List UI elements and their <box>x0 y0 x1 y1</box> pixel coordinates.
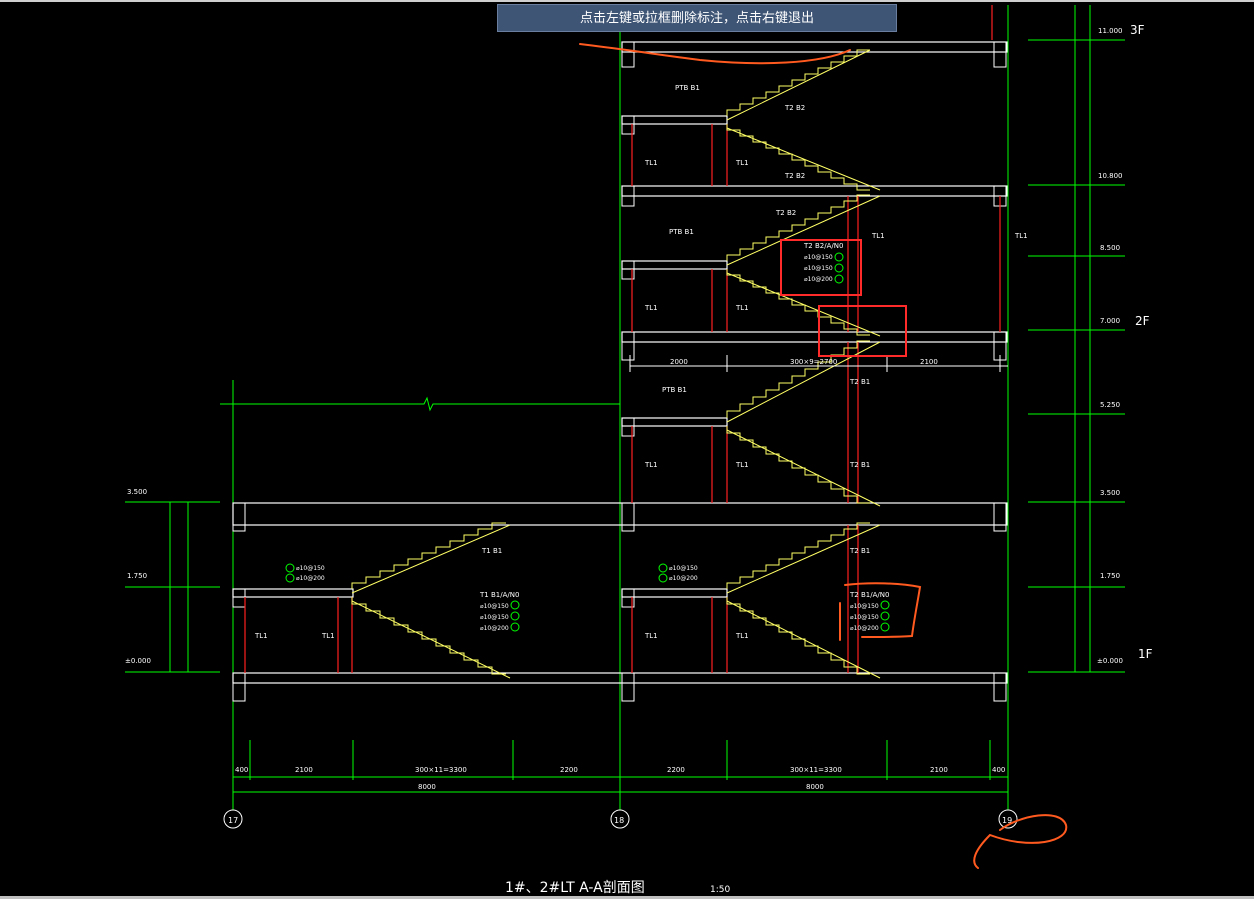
dim-b1-0: 400 <box>235 766 248 774</box>
pb-label-c: PTB B1 <box>662 386 687 394</box>
dim-b2-1: 8000 <box>806 783 824 791</box>
t2b1-label-c: T2 B1 <box>849 547 870 555</box>
rebar-b-1: ⌀10@150 <box>480 603 509 610</box>
elev-0: ±0.000 <box>1097 657 1123 665</box>
freehand-annotations <box>579 43 1068 869</box>
rebar-d-2: ⌀10@200 <box>296 575 325 582</box>
elev-3500: 3.500 <box>1100 489 1120 497</box>
tl-label-a: TL1 <box>644 159 658 167</box>
axis-lines <box>232 5 1009 810</box>
elev-left-3500: 3.500 <box>127 488 147 496</box>
tl-label-i: TL1 <box>254 632 268 640</box>
t2b1-note: T2 B1/A/N0 <box>849 591 889 599</box>
dim-b1-7: 400 <box>992 766 1005 774</box>
rebar-a-2: ⌀10@150 <box>804 265 833 272</box>
t2b2-label-c: T2 B2 <box>775 209 796 217</box>
highlight-box-lower <box>818 305 907 357</box>
rebar-a-3: ⌀10@200 <box>804 276 833 283</box>
dim-b2-0: 8000 <box>418 783 436 791</box>
annotation-loop <box>973 814 1068 869</box>
dim-b1-5: 300×11=3300 <box>790 766 842 774</box>
t2b1-label-b: T2 B1 <box>849 461 870 469</box>
t2b2-label-a: T2 B2 <box>784 104 805 112</box>
rebar-c-3: ⌀10@200 <box>850 625 879 632</box>
rebar-c-2: ⌀10@150 <box>850 614 879 621</box>
floor-label-3f: 3F <box>1130 23 1145 37</box>
drawing-title: 1#、2#LT A-A剖面图 1:50 <box>505 880 730 896</box>
dim-b1-3: 2200 <box>560 766 578 774</box>
rebar-e-1: ⌀10@150 <box>669 565 698 572</box>
elev-5250: 5.250 <box>1100 401 1120 409</box>
scale-text: 1:50 <box>710 885 730 895</box>
elev-7000: 7.000 <box>1100 317 1120 325</box>
floor-label-1f: 1F <box>1138 647 1153 661</box>
t1b1-note: T1 B1/A/N0 <box>479 591 519 599</box>
t2b2-note: T2 B2/A/N0 <box>803 242 843 250</box>
elev-8500: 8.500 <box>1100 244 1120 252</box>
tl-label-f: TL1 <box>735 461 749 469</box>
dim-b1-1: 2100 <box>295 766 313 774</box>
tl-label-e: TL1 <box>644 461 658 469</box>
t2b1-label-a: T2 B1 <box>849 378 870 386</box>
elev-11000: 11.000 <box>1098 27 1123 35</box>
elev-10800: 10.800 <box>1098 172 1123 180</box>
axis-label-17: 17 <box>228 816 238 825</box>
tl-label-d: TL1 <box>735 304 749 312</box>
dim-b1-2: 300×11=3300 <box>415 766 467 774</box>
dim-b1-4: 2200 <box>667 766 685 774</box>
rebar-b-2: ⌀10@150 <box>480 614 509 621</box>
rebar-d-1: ⌀10@150 <box>296 565 325 572</box>
title-text: 1#、2#LT A-A剖面图 <box>505 880 645 896</box>
elev-left-0: ±0.000 <box>125 657 151 665</box>
floor-label-2f: 2F <box>1135 314 1150 328</box>
pb-label-b: PTB B1 <box>669 228 694 236</box>
stair-flight-l-a <box>351 522 506 589</box>
dim-top-0: 2000 <box>670 358 688 366</box>
t2b2-label-b: T2 B2 <box>784 172 805 180</box>
dim-top-2: 2100 <box>920 358 938 366</box>
dim-b1-6: 2100 <box>930 766 948 774</box>
break-line <box>220 396 620 412</box>
t1b1-label: T1 B1 <box>481 547 502 555</box>
dim-top-1: 300×9=2700 <box>790 358 837 366</box>
tl-label-g: TL1 <box>644 632 658 640</box>
tl-label-h: TL1 <box>735 632 749 640</box>
axis-label-18: 18 <box>614 816 624 825</box>
bottom-dimensions <box>232 740 1009 795</box>
rebar-b-3: ⌀10@200 <box>480 625 509 632</box>
tl-label-j: TL1 <box>321 632 335 640</box>
level-lines-left <box>125 501 220 673</box>
pb-label-a: PTB B1 <box>675 84 700 92</box>
elev-1750: 1.750 <box>1100 572 1120 580</box>
tl-label-b: TL1 <box>735 159 749 167</box>
rebar-a-1: ⌀10@150 <box>804 254 833 261</box>
command-tooltip: 点击左键或拉框删除标注，点击右键退出 <box>497 4 897 32</box>
drawing-text: 3F 2F 1F 11.000 10.800 8.500 7.000 5.250… <box>125 23 1153 825</box>
elev-left-1750: 1.750 <box>127 572 147 580</box>
cad-drawing-canvas[interactable]: 3F 2F 1F 11.000 10.800 8.500 7.000 5.250… <box>0 0 1254 899</box>
tl-label-k: TL1 <box>871 232 885 240</box>
rebar-circles <box>285 252 890 632</box>
rebar-notes: ⌀10@150 ⌀10@150 ⌀10@200 ⌀10@150 ⌀10@150 … <box>296 254 879 632</box>
tl-label-c: TL1 <box>644 304 658 312</box>
highlight-boxes <box>780 239 907 357</box>
rebar-c-1: ⌀10@150 <box>850 603 879 610</box>
tl-label-l: TL1 <box>1014 232 1028 240</box>
rebar-e-2: ⌀10@200 <box>669 575 698 582</box>
